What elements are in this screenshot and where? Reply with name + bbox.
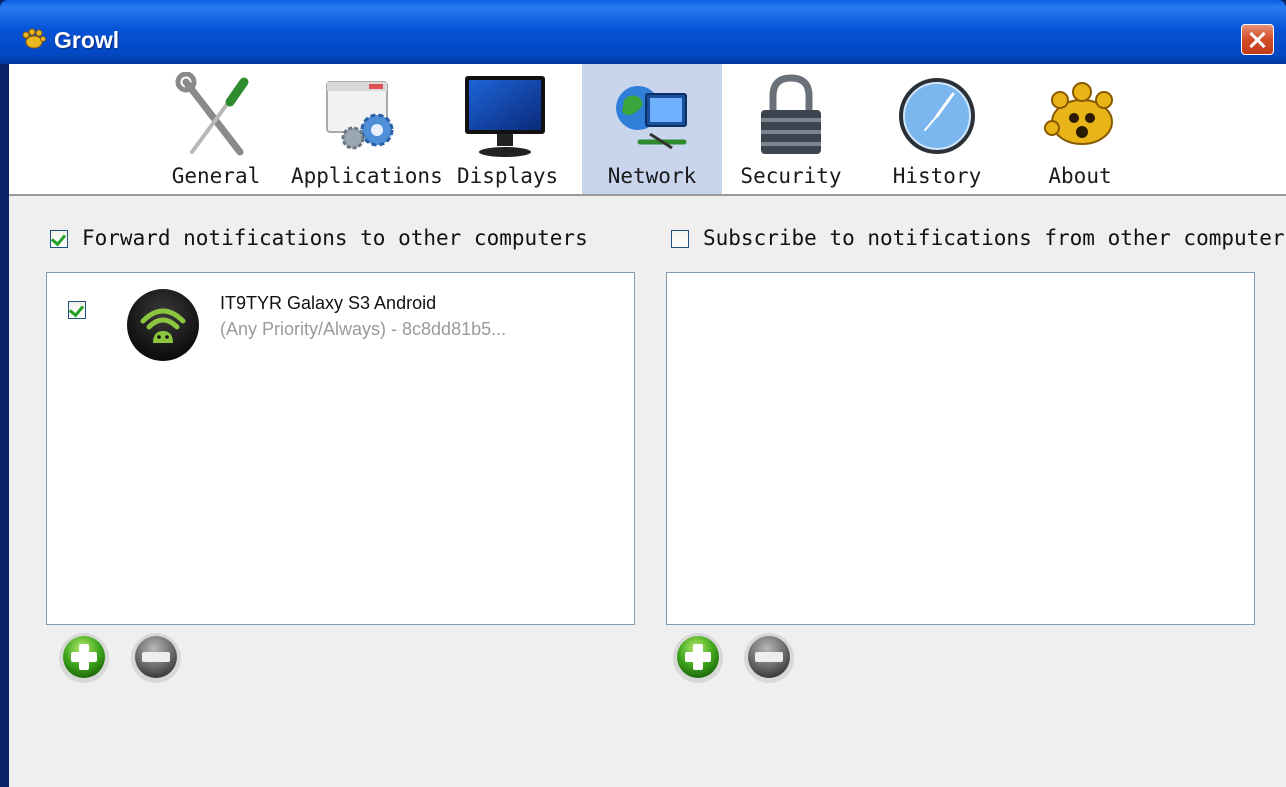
subscribe-computers-list[interactable] <box>666 272 1255 625</box>
wrench-screwdriver-icon <box>175 72 249 156</box>
tab-history[interactable]: History <box>889 64 985 194</box>
growl-paw-icon <box>22 28 46 49</box>
preferences-toolbar: General Applications Displays Network Se… <box>9 64 1286 196</box>
forward-notifications-label: Forward notifications to other computers <box>82 226 588 250</box>
forward-notifications-checkbox[interactable] <box>50 230 68 248</box>
device-detail: (Any Priority/Always) - 8c8dd81b5... <box>220 319 507 339</box>
subscribe-notifications-label: Subscribe to notifications from other co… <box>703 226 1286 250</box>
tab-displays[interactable]: Displays <box>457 64 559 194</box>
subscribe-add-button[interactable] <box>672 632 724 684</box>
tab-history-label: History <box>892 164 982 188</box>
subscribe-remove-button[interactable] <box>743 632 795 684</box>
minus-icon <box>131 633 181 683</box>
device-enabled-checkbox[interactable] <box>68 301 86 319</box>
tab-displays-label: Displays <box>457 164 559 188</box>
tab-applications[interactable]: Applications <box>291 64 443 194</box>
tab-general-label: General <box>171 164 261 188</box>
plus-icon <box>59 633 109 683</box>
padlock-icon <box>761 74 821 154</box>
tab-applications-label: Applications <box>291 164 443 188</box>
tab-security-label: Security <box>740 164 842 188</box>
tab-network[interactable]: Network <box>582 64 722 194</box>
check-mark-icon <box>50 230 67 247</box>
preferences-panel: General Applications Displays Network Se… <box>9 64 1286 787</box>
minus-icon <box>744 633 794 683</box>
forward-remove-button[interactable] <box>130 632 182 684</box>
forward-add-button[interactable] <box>58 632 110 684</box>
check-mark-icon <box>68 301 85 318</box>
subscribe-notifications-checkbox[interactable] <box>671 230 689 248</box>
monitor-icon <box>465 76 545 157</box>
applications-gear-icon <box>326 81 394 150</box>
forward-computers-list[interactable]: IT9TYR Galaxy S3 Android (Any Priority/A… <box>46 272 635 625</box>
android-wifi-icon <box>127 289 199 361</box>
growl-paw-icon <box>1044 82 1113 145</box>
growl-window: Growl General Applications Displays Netw… <box>0 0 1286 787</box>
tab-about-label: About <box>1048 164 1112 188</box>
window-title: Growl <box>54 27 120 53</box>
close-button[interactable] <box>1241 24 1274 55</box>
clock-icon <box>899 78 975 154</box>
tab-network-label: Network <box>607 164 697 188</box>
network-globe-icon <box>616 86 687 150</box>
plus-icon <box>673 633 723 683</box>
device-name: IT9TYR Galaxy S3 Android <box>220 293 437 313</box>
tab-general[interactable]: General <box>165 64 267 194</box>
tab-security[interactable]: Security <box>739 64 843 194</box>
tab-about[interactable]: About <box>1034 64 1126 194</box>
title-bar[interactable]: Growl <box>0 0 1286 64</box>
